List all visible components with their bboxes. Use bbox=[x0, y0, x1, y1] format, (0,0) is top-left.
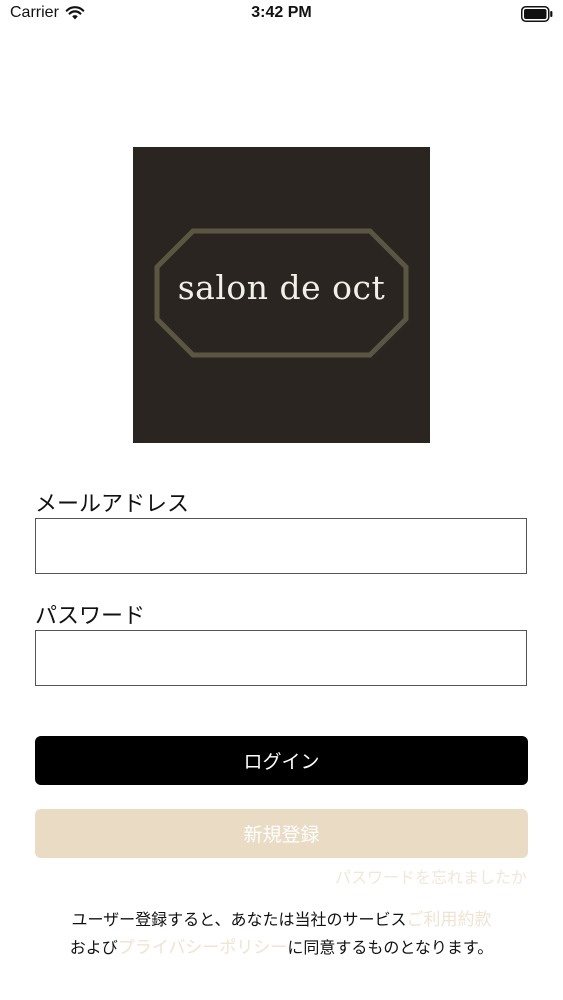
status-time: 3:42 PM bbox=[251, 4, 312, 21]
email-label: メールアドレス bbox=[35, 492, 190, 517]
status-bar: Carrier 3:42 PM bbox=[0, 0, 563, 30]
terms-text-and: および bbox=[69, 938, 118, 957]
terms-line-1: ユーザー登録すると、あなたは当社のサービスご利用約款 bbox=[0, 905, 563, 930]
terms-text-suffix: に同意するものとなります。 bbox=[287, 938, 494, 957]
logo-text: salon de oct bbox=[177, 268, 386, 307]
password-field[interactable] bbox=[35, 630, 527, 686]
salon-logo: salon de oct bbox=[133, 147, 430, 443]
battery-icon bbox=[521, 6, 553, 22]
privacy-policy-link[interactable]: プライバシーポリシー bbox=[118, 938, 288, 958]
terms-of-use-link[interactable]: ご利用約款 bbox=[407, 910, 492, 930]
password-label: パスワード bbox=[35, 604, 146, 629]
login-button[interactable]: ログイン bbox=[35, 736, 528, 785]
terms-line-2: およびプライバシーポリシーに同意するものとなります。 bbox=[0, 933, 563, 958]
register-button[interactable]: 新規登録 bbox=[35, 809, 528, 858]
email-field[interactable] bbox=[35, 518, 527, 574]
terms-text-prefix: ユーザー登録すると、あなたは当社のサービス bbox=[71, 910, 407, 929]
forgot-password-link[interactable]: パスワードを忘れましたか bbox=[335, 864, 527, 888]
